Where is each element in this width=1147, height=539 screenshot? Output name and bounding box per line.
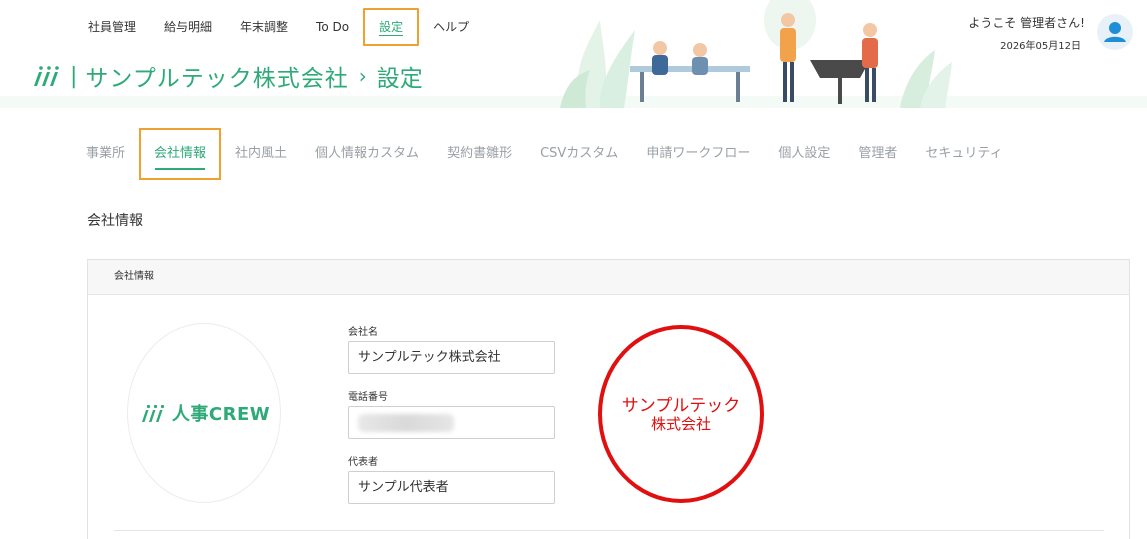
tab-personal-info-custom[interactable]: 個人情報カスタム — [301, 128, 433, 180]
redacted-phone — [358, 414, 454, 432]
top-nav: 社員管理 給与明細 年末調整 To Do 設定 ヘルプ — [74, 8, 483, 46]
tab-company-culture[interactable]: 社内風土 — [221, 128, 301, 180]
card-header: 会社情報 — [88, 260, 1129, 295]
company-name-label: 会社名 — [348, 327, 378, 338]
app-header: 社員管理 給与明細 年末調整 To Do 設定 ヘルプ ようこそ 管理者さん! … — [0, 0, 1147, 108]
seal-line1: サンプルテック — [621, 395, 741, 416]
tab-workflow[interactable]: 申請ワークフロー — [632, 128, 764, 180]
company-logo-text: 人事CREW — [171, 404, 271, 425]
welcome-text: ようこそ 管理者さん! — [968, 16, 1085, 30]
nav-label: ヘルプ — [433, 20, 470, 34]
nav-payslip[interactable]: 給与明細 — [150, 8, 226, 46]
representative-label: 代表者 — [348, 457, 378, 468]
tab-personal-settings[interactable]: 個人設定 — [764, 128, 844, 180]
company-info-card: 会社情報 人事CREW 会社名 サンプルテック株式会社 電話番号 代表者 サンプ… — [87, 259, 1130, 539]
company-title: サンプルテック株式会社 — [85, 66, 349, 92]
breadcrumb-separator: › — [358, 64, 367, 88]
bbq-illustration — [560, 0, 952, 108]
avatar[interactable] — [1097, 14, 1133, 50]
current-date: 2026年05月12日 — [1000, 41, 1081, 52]
section-title: 会社情報 — [87, 213, 143, 229]
page-title-row: | サンプルテック株式会社 › 設定 — [28, 56, 423, 96]
user-info: ようこそ 管理者さん! 2026年05月12日 — [968, 14, 1085, 52]
title-divider: | — [70, 63, 78, 89]
tab-administrators[interactable]: 管理者 — [844, 128, 911, 180]
nav-label: 設定 — [379, 20, 404, 36]
nav-label: 給与明細 — [164, 20, 213, 34]
brand-logo-icon[interactable] — [28, 62, 64, 90]
seal-line2: 株式会社 — [650, 414, 711, 433]
settings-tabs: 事業所 会社情報 社内風土 個人情報カスタム 契約書雛形 CSVカスタム 申請ワ… — [72, 128, 1017, 180]
phone-label: 電話番号 — [348, 392, 388, 403]
nav-todo[interactable]: To Do — [302, 8, 363, 46]
company-seal[interactable]: サンプルテック 株式会社 — [598, 325, 764, 503]
nav-settings[interactable]: 設定 — [363, 8, 420, 46]
card-divider — [114, 530, 1104, 531]
user-icon — [1104, 22, 1126, 42]
nav-year-end-adjustment[interactable]: 年末調整 — [226, 8, 302, 46]
company-logo[interactable]: 人事CREW — [127, 323, 281, 503]
brand-logo-icon — [141, 404, 164, 422]
tab-security[interactable]: セキュリティ — [911, 128, 1016, 180]
tab-company-info[interactable]: 会社情報 — [139, 128, 222, 180]
nav-label: 社員管理 — [88, 20, 137, 34]
nav-label: To Do — [316, 20, 350, 34]
breadcrumb-current: 設定 — [376, 66, 423, 92]
company-name-input[interactable]: サンプルテック株式会社 — [348, 341, 555, 374]
phone-input[interactable] — [348, 406, 555, 439]
nav-employee-management[interactable]: 社員管理 — [74, 8, 150, 46]
tab-office[interactable]: 事業所 — [72, 128, 139, 180]
representative-input[interactable]: サンプル代表者 — [348, 471, 555, 504]
nav-label: 年末調整 — [240, 20, 289, 34]
tab-csv-custom[interactable]: CSVカスタム — [526, 128, 632, 180]
company-logo-inner: 人事CREW — [138, 400, 270, 426]
brand-logo-icon-svg — [34, 66, 59, 86]
nav-help[interactable]: ヘルプ — [419, 8, 483, 46]
tab-contract-template[interactable]: 契約書雛形 — [433, 128, 526, 180]
